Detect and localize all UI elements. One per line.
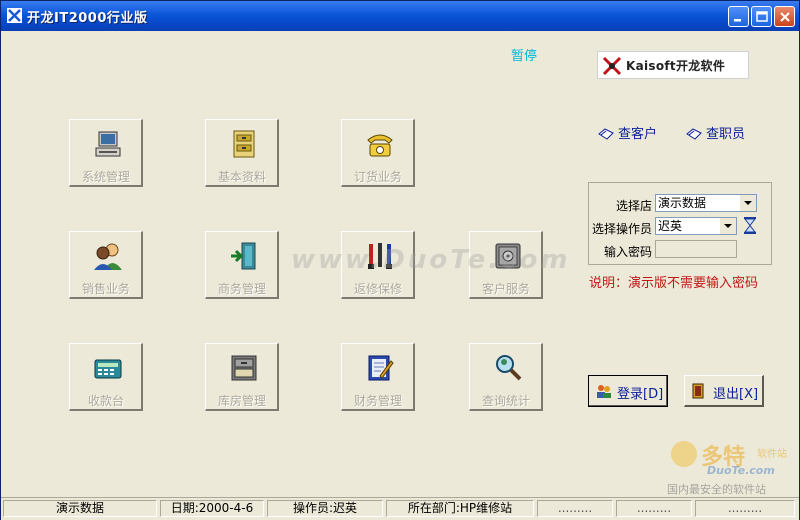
status-cell-6: ......... <box>616 500 692 517</box>
status-bar: 演示数据 日期:2000-4-6 操作员:迟英 所在部门:HP维修站 .....… <box>1 497 799 520</box>
module-label: 系统管理 <box>81 170 130 184</box>
book-icon <box>598 128 614 140</box>
minimize-icon <box>734 19 741 22</box>
exit-button[interactable]: 退出[X] <box>684 375 764 407</box>
password-field[interactable] <box>655 240 737 258</box>
module-label: 基本资料 <box>217 170 266 184</box>
close-button[interactable] <box>774 6 795 27</box>
module-button-finance[interactable]: 财务管理 <box>341 343 415 411</box>
store-select[interactable]: 演示数据 <box>655 194 757 212</box>
password-label: 输入密码 <box>603 245 652 259</box>
calculator-icon <box>94 359 122 379</box>
computer-icon <box>95 131 121 157</box>
exit-door-icon <box>692 383 704 399</box>
module-button-system[interactable]: 系统管理 <box>69 119 143 187</box>
module-button-sales[interactable]: 销售业务 <box>69 231 143 299</box>
watermark-center: www.DuoTe.com <box>291 245 571 275</box>
logo-text: Kaisoft开龙软件 <box>626 59 726 73</box>
ledger-pen-icon <box>368 355 394 381</box>
window-title: 开龙IT2000行业版 <box>27 11 148 26</box>
door-exit-icon <box>231 242 256 270</box>
users-icon <box>597 385 611 398</box>
book-icon <box>686 128 702 140</box>
filing-cabinet-icon <box>233 130 255 158</box>
module-label: 客户服务 <box>481 282 530 296</box>
watermark-slogan: 国内最安全的软件站 <box>667 483 766 496</box>
operator-label: 选择操作员 <box>591 222 652 236</box>
watermark-url: DuoTe.com <box>707 464 775 477</box>
module-button-warehouse[interactable]: 库房管理 <box>205 343 279 411</box>
status-operator: 操作员:迟英 <box>267 500 383 517</box>
query-customer-label: 查客户 <box>618 127 658 142</box>
store-select-value: 演示数据 <box>658 196 707 210</box>
login-button[interactable]: 登录[D] <box>588 375 668 407</box>
telephone-icon <box>367 134 393 157</box>
minimize-button[interactable] <box>728 6 749 27</box>
status-department: 所在部门:HP维修站 <box>386 500 534 517</box>
status-cell-7: ......... <box>695 500 795 517</box>
magnifier-icon <box>496 355 522 381</box>
module-label: 销售业务 <box>81 282 130 296</box>
hourglass-icon <box>743 217 757 234</box>
maximize-icon <box>756 11 768 22</box>
people-icon <box>94 243 122 270</box>
close-icon <box>780 12 790 22</box>
module-button-basic-data[interactable]: 基本资料 <box>205 119 279 187</box>
watermark-corner: 多特 软件站 DuoTe.com 国内最安全的软件站 <box>667 437 795 497</box>
main-window: 开龙IT2000行业版 暂停 Kaisoft开龙软件 系统管理 基本资料 订货业… <box>0 0 800 520</box>
dropdown-arrow-icon[interactable] <box>719 218 736 234</box>
module-button-query[interactable]: 查询统计 <box>469 343 543 411</box>
query-customer-link[interactable]: 查客户 <box>598 123 657 142</box>
kaisoft-logo-icon <box>602 56 622 76</box>
exit-button-label: 退出[X] <box>713 387 759 402</box>
drawer-icon <box>231 355 257 381</box>
demo-note: 说明：演示版不需要输入密码 <box>589 276 759 291</box>
module-label: 收款台 <box>87 394 124 408</box>
status-date: 日期:2000-4-6 <box>160 500 264 517</box>
module-label: 库房管理 <box>217 394 266 408</box>
module-button-order[interactable]: 订货业务 <box>341 119 415 187</box>
query-staff-label: 查职员 <box>706 127 746 142</box>
query-staff-link[interactable]: 查职员 <box>686 123 745 142</box>
module-label: 财务管理 <box>353 394 402 408</box>
login-button-label: 登录[D] <box>617 387 664 402</box>
maximize-button[interactable] <box>751 6 772 27</box>
operator-select[interactable]: 迟英 <box>655 217 737 235</box>
operator-select-value: 迟英 <box>658 219 683 233</box>
title-bar[interactable]: 开龙IT2000行业版 <box>1 1 799 31</box>
status-cell-5: ......... <box>537 500 613 517</box>
module-label: 返修保修 <box>353 282 402 296</box>
module-label: 商务管理 <box>217 282 266 296</box>
module-button-cashier[interactable]: 收款台 <box>69 343 143 411</box>
pause-indicator: 暂停 <box>511 49 538 64</box>
watermark-sub: 软件站 <box>757 449 787 460</box>
status-store: 演示数据 <box>3 500 157 517</box>
module-label: 查询统计 <box>481 394 530 408</box>
app-icon <box>7 8 22 23</box>
mascot-icon <box>671 441 697 467</box>
module-label: 订货业务 <box>353 170 402 184</box>
dropdown-arrow-icon[interactable] <box>739 195 756 211</box>
kaisoft-logo: Kaisoft开龙软件 <box>597 51 749 79</box>
module-button-business[interactable]: 商务管理 <box>205 231 279 299</box>
store-label: 选择店 <box>615 199 652 213</box>
